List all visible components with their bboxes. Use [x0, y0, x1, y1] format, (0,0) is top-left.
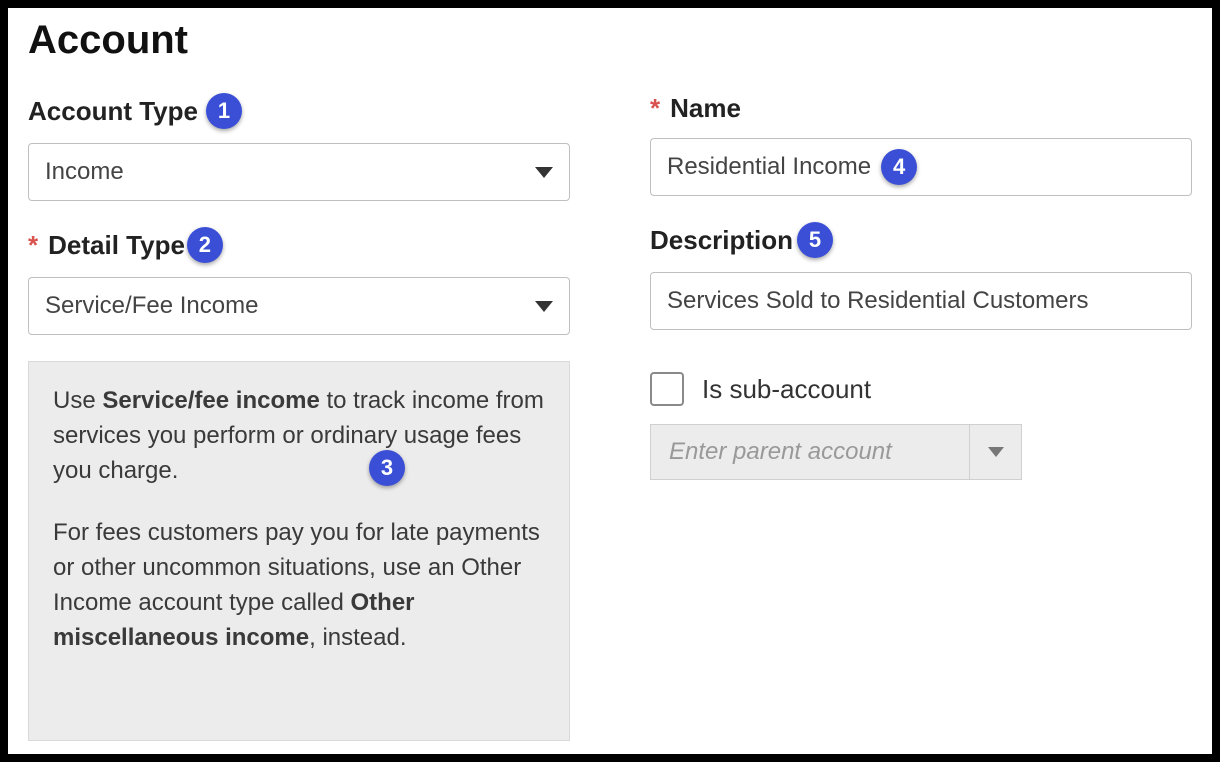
detail-type-value: Service/Fee Income — [45, 292, 258, 320]
account-type-value: Income — [45, 158, 124, 186]
detail-type-select[interactable]: Service/Fee Income — [28, 277, 570, 335]
description-value: Services Sold to Residential Customers — [667, 287, 1089, 315]
description-label: Description — [650, 225, 793, 256]
annotation-badge-2: 2 — [187, 227, 223, 263]
required-asterisk: * — [650, 93, 660, 124]
detail-type-help-box: Use Service/fee income to track income f… — [28, 361, 570, 741]
description-block: Description 5 Services Sold to Residenti… — [650, 222, 1192, 330]
name-value: Residential Income — [667, 153, 871, 181]
sub-account-row: Is sub-account — [650, 372, 1192, 406]
account-type-select[interactable]: Income — [28, 143, 570, 201]
annotation-badge-3: 3 — [369, 450, 405, 486]
help-paragraph-2: For fees customers pay you for late paym… — [53, 516, 545, 655]
name-block: * Name Residential Income 4 — [650, 93, 1192, 196]
form-columns: Account Type 1 Income * Detail Type 2 Se… — [28, 93, 1192, 741]
right-column: * Name Residential Income 4 Description … — [650, 93, 1192, 741]
account-type-block: Account Type 1 Income — [28, 93, 570, 201]
caret-down-icon — [535, 167, 553, 178]
detail-type-label: Detail Type — [48, 230, 185, 261]
parent-account-select[interactable]: Enter parent account — [650, 424, 1022, 480]
caret-down-icon — [988, 447, 1004, 457]
parent-account-caret[interactable] — [970, 424, 1022, 480]
name-input[interactable]: Residential Income 4 — [650, 138, 1192, 196]
annotation-badge-5: 5 — [797, 222, 833, 258]
account-type-label: Account Type — [28, 96, 198, 127]
detail-type-block: * Detail Type 2 Service/Fee Income — [28, 227, 570, 335]
left-column: Account Type 1 Income * Detail Type 2 Se… — [28, 93, 570, 741]
name-label: Name — [670, 93, 741, 124]
required-asterisk: * — [28, 230, 38, 261]
page-title: Account — [28, 18, 1192, 63]
sub-account-label: Is sub-account — [702, 374, 871, 405]
annotation-badge-1: 1 — [206, 93, 242, 129]
caret-down-icon — [535, 301, 553, 312]
account-dialog: Account Account Type 1 Income * Detail T… — [0, 0, 1220, 762]
parent-account-placeholder: Enter parent account — [669, 438, 892, 466]
help-paragraph-1: Use Service/fee income to track income f… — [53, 384, 545, 488]
description-input[interactable]: Services Sold to Residential Customers — [650, 272, 1192, 330]
sub-account-checkbox[interactable] — [650, 372, 684, 406]
annotation-badge-4: 4 — [881, 149, 917, 185]
